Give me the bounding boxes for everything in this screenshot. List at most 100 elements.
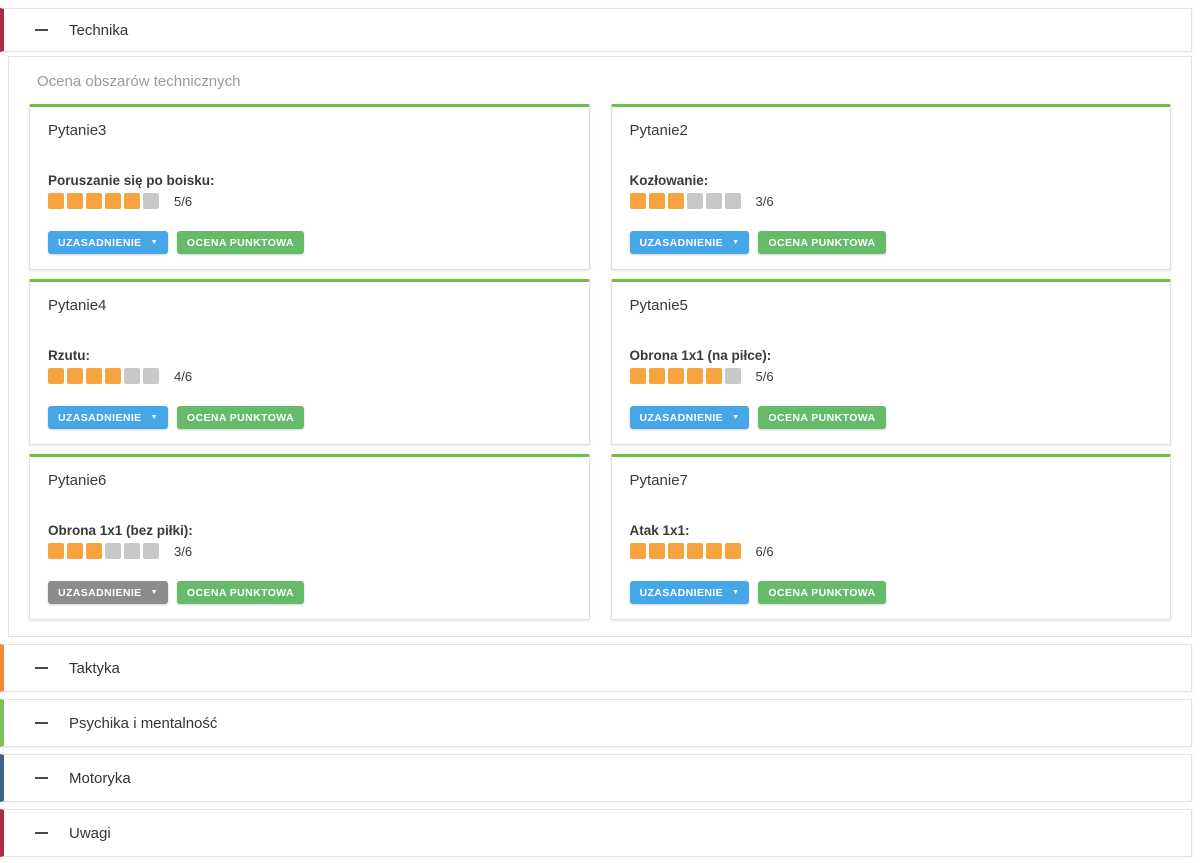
rating-square-filled[interactable] (105, 193, 121, 209)
rating-square-filled[interactable] (687, 543, 703, 559)
card-actions: UZASADNIENIE ▼ OCENA PUNKTOWA (630, 406, 1153, 429)
rating-square-filled[interactable] (668, 368, 684, 384)
section-label: Technika (69, 22, 128, 39)
score-value: 3/6 (174, 544, 192, 559)
rating-square-filled[interactable] (725, 543, 741, 559)
question-label: Rzutu: (48, 348, 571, 363)
caret-down-icon: ▼ (732, 239, 739, 246)
rating-square-filled[interactable] (105, 368, 121, 384)
rating-square-filled[interactable] (668, 193, 684, 209)
rating-squares (48, 193, 162, 209)
rating-square-filled[interactable] (67, 368, 83, 384)
score-value: 5/6 (174, 194, 192, 209)
rating-square-filled[interactable] (67, 193, 83, 209)
rating-square-empty[interactable] (143, 193, 159, 209)
uzasadnienie-button[interactable]: UZASADNIENIE ▼ (48, 406, 168, 429)
accordion-section-motoryka[interactable]: Motoryka (0, 754, 1192, 802)
rating-square-filled[interactable] (649, 193, 665, 209)
uzasadnienie-button[interactable]: UZASADNIENIE ▼ (630, 406, 750, 429)
question-card-title: Pytanie6 (48, 472, 571, 489)
rating-square-filled[interactable] (687, 368, 703, 384)
score-value: 5/6 (756, 369, 774, 384)
uzasadnienie-button[interactable]: UZASADNIENIE ▼ (48, 231, 168, 254)
collapse-minus-icon (35, 722, 48, 724)
accordion-section-technika[interactable]: Technika (0, 8, 1192, 52)
collapse-minus-icon (35, 29, 48, 31)
collapse-minus-icon (35, 832, 48, 834)
caret-down-icon: ▼ (151, 414, 158, 421)
question-card: Pytanie3 Poruszanie się po boisku: 5/6 U… (29, 104, 590, 270)
ocena-punktowa-button[interactable]: OCENA PUNKTOWA (758, 581, 885, 604)
rating-squares (630, 193, 744, 209)
caret-down-icon: ▼ (151, 589, 158, 596)
question-card: Pytanie6 Obrona 1x1 (bez piłki): 3/6 UZA… (29, 454, 590, 620)
rating-squares (48, 368, 162, 384)
uzasadnienie-button[interactable]: UZASADNIENIE ▼ (630, 231, 750, 254)
rating-square-filled[interactable] (48, 368, 64, 384)
rating-row: 5/6 (48, 193, 571, 209)
question-card: Pytanie7 Atak 1x1: 6/6 UZASADNIENIE ▼ OC… (611, 454, 1172, 620)
rating-square-empty[interactable] (687, 193, 703, 209)
rating-square-empty[interactable] (105, 543, 121, 559)
rating-square-filled[interactable] (649, 368, 665, 384)
ocena-punktowa-button[interactable]: OCENA PUNKTOWA (758, 406, 885, 429)
rating-square-filled[interactable] (630, 368, 646, 384)
caret-down-icon: ▼ (732, 589, 739, 596)
accordion-section-taktyka[interactable]: Taktyka (0, 644, 1192, 692)
collapse-minus-icon (35, 777, 48, 779)
rating-square-filled[interactable] (48, 543, 64, 559)
rating-square-filled[interactable] (86, 368, 102, 384)
ocena-punktowa-button[interactable]: OCENA PUNKTOWA (758, 231, 885, 254)
rating-square-filled[interactable] (630, 193, 646, 209)
rating-square-empty[interactable] (143, 368, 159, 384)
question-card: Pytanie2 Kozłowanie: 3/6 UZASADNIENIE ▼ … (611, 104, 1172, 270)
question-card: Pytanie5 Obrona 1x1 (na piłce): 5/6 UZAS… (611, 279, 1172, 445)
rating-square-empty[interactable] (725, 193, 741, 209)
collapse-minus-icon (35, 667, 48, 669)
rating-square-empty[interactable] (143, 543, 159, 559)
ocena-punktowa-button[interactable]: OCENA PUNKTOWA (177, 581, 304, 604)
rating-square-filled[interactable] (67, 543, 83, 559)
rating-square-filled[interactable] (706, 543, 722, 559)
rating-square-filled[interactable] (48, 193, 64, 209)
rating-row: 4/6 (48, 368, 571, 384)
question-card-title: Pytanie2 (630, 122, 1153, 139)
rating-square-empty[interactable] (725, 368, 741, 384)
uzasadnienie-button[interactable]: UZASADNIENIE ▼ (48, 581, 168, 604)
rating-squares (630, 543, 744, 559)
ocena-punktowa-button[interactable]: OCENA PUNKTOWA (177, 406, 304, 429)
score-value: 3/6 (756, 194, 774, 209)
question-card-title: Pytanie5 (630, 297, 1153, 314)
question-card-title: Pytanie3 (48, 122, 571, 139)
question-card: Pytanie4 Rzutu: 4/6 UZASADNIENIE ▼ OCENA… (29, 279, 590, 445)
rating-square-filled[interactable] (706, 368, 722, 384)
rating-square-filled[interactable] (124, 193, 140, 209)
section-label: Motoryka (69, 770, 131, 787)
section-label: Uwagi (69, 825, 111, 842)
rating-square-filled[interactable] (668, 543, 684, 559)
technika-content-panel: Ocena obszarów technicznych Pytanie3 Por… (8, 56, 1192, 637)
ocena-punktowa-button[interactable]: OCENA PUNKTOWA (177, 231, 304, 254)
caret-down-icon: ▼ (732, 414, 739, 421)
section-label: Psychika i mentalność (69, 715, 217, 732)
question-label: Obrona 1x1 (na piłce): (630, 348, 1153, 363)
rating-row: 3/6 (48, 543, 571, 559)
rating-square-filled[interactable] (630, 543, 646, 559)
rating-square-filled[interactable] (86, 193, 102, 209)
rating-square-filled[interactable] (86, 543, 102, 559)
section-label: Taktyka (69, 660, 120, 677)
rating-square-empty[interactable] (124, 368, 140, 384)
rating-square-empty[interactable] (124, 543, 140, 559)
accordion-section-uwagi[interactable]: Uwagi (0, 809, 1192, 857)
uzasadnienie-button[interactable]: UZASADNIENIE ▼ (630, 581, 750, 604)
accordion-section-psychika-i-mentalno-[interactable]: Psychika i mentalność (0, 699, 1192, 747)
card-actions: UZASADNIENIE ▼ OCENA PUNKTOWA (630, 231, 1153, 254)
evaluation-accordion: Technika Ocena obszarów technicznych Pyt… (0, 0, 1200, 857)
rating-square-empty[interactable] (706, 193, 722, 209)
question-card-title: Pytanie7 (630, 472, 1153, 489)
question-label: Obrona 1x1 (bez piłki): (48, 523, 571, 538)
technika-subtitle: Ocena obszarów technicznych (37, 73, 1171, 90)
question-cards-grid: Pytanie3 Poruszanie się po boisku: 5/6 U… (29, 104, 1171, 620)
caret-down-icon: ▼ (151, 239, 158, 246)
rating-square-filled[interactable] (649, 543, 665, 559)
